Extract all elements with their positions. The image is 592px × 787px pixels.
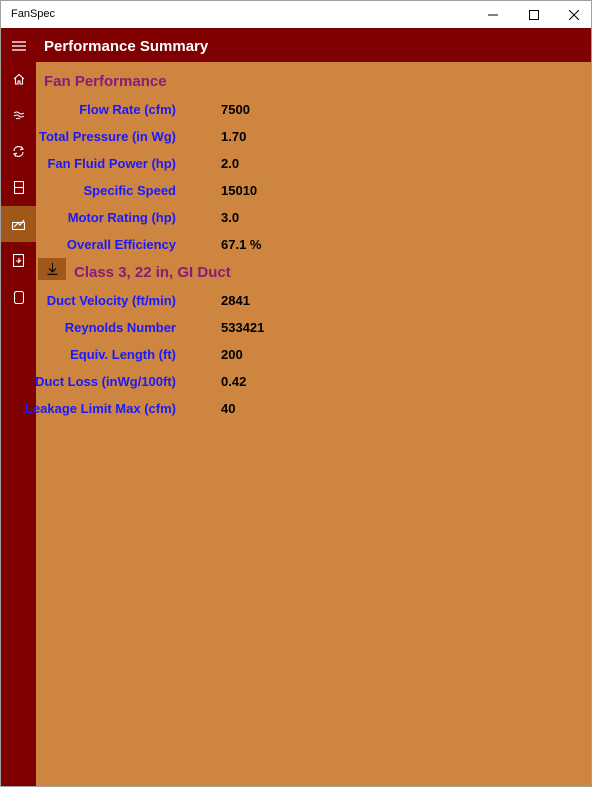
performance-icon xyxy=(12,219,25,230)
motor-rating-value: 3.0 xyxy=(221,210,240,225)
reynolds-number-value: 533421 xyxy=(221,320,265,335)
duct-loss-value: 0.42 xyxy=(221,374,247,389)
motor-rating-label: Motor Rating (hp) xyxy=(67,210,176,225)
total-pressure-label: Total Pressure (in Wg) xyxy=(39,129,176,144)
overall-efficiency-label: Overall Efficiency xyxy=(66,237,176,252)
app-window: FanSpec Performance Summary Fan Performa… xyxy=(0,0,592,787)
equiv-length-label: Equiv. Length (ft) xyxy=(70,347,176,362)
duct-velocity-label: Duct Velocity (ft/min) xyxy=(46,293,176,308)
maximize-icon xyxy=(529,9,539,20)
flow-rate-value: 7500 xyxy=(221,102,250,117)
fan-performance-heading: Fan Performance xyxy=(44,73,167,90)
download-button[interactable] xyxy=(38,258,66,280)
close-icon xyxy=(569,9,579,20)
fan-fluid-power-label: Fan Fluid Power (hp) xyxy=(47,156,176,171)
tablet-icon xyxy=(13,290,24,304)
nav-report[interactable] xyxy=(1,242,36,278)
close-button[interactable] xyxy=(551,1,591,28)
nav-duct[interactable] xyxy=(1,169,36,205)
nav-performance[interactable] xyxy=(1,206,36,242)
download-icon xyxy=(47,263,57,275)
reynolds-number-label: Reynolds Number xyxy=(64,320,176,335)
leakage-limit-value: 40 xyxy=(221,401,236,416)
menu-icon xyxy=(11,41,26,51)
page-header: Performance Summary xyxy=(36,28,591,62)
total-pressure-value: 1.70 xyxy=(221,129,247,144)
performance-summary-panel: Fan Performance Flow Rate (cfm) 7500 Tot… xyxy=(25,62,591,786)
duct-loss-label: Duct Loss (inWg/100ft) xyxy=(35,374,176,389)
minimize-button[interactable] xyxy=(470,1,516,28)
nav-tablet[interactable] xyxy=(1,279,36,315)
duct-heading: Class 3, 22 in, GI Duct xyxy=(74,264,231,281)
flow-rate-label: Flow Rate (cfm) xyxy=(79,102,176,117)
page-title: Performance Summary xyxy=(44,38,209,55)
nav-fan[interactable] xyxy=(1,97,36,133)
fan-fluid-power-value: 2.0 xyxy=(221,156,240,171)
fan-icon xyxy=(13,111,24,120)
overall-efficiency-value: 67.1 % xyxy=(221,237,262,252)
title-bar: FanSpec xyxy=(1,1,591,28)
minimize-icon xyxy=(488,14,498,15)
specific-speed-value: 15010 xyxy=(221,183,258,198)
home-icon xyxy=(13,73,24,85)
duct-icon xyxy=(13,180,24,194)
report-icon xyxy=(12,253,24,267)
window-title: FanSpec xyxy=(11,8,56,20)
leakage-limit-label: Leakage Limit Max (cfm) xyxy=(25,401,176,416)
specific-speed-label: Specific Speed xyxy=(83,183,176,198)
nav-home[interactable] xyxy=(1,61,36,97)
refresh-icon xyxy=(13,145,24,157)
nav-refresh[interactable] xyxy=(1,133,36,169)
equiv-length-value: 200 xyxy=(221,347,243,362)
duct-velocity-value: 2841 xyxy=(221,293,250,308)
hamburger-menu-button[interactable] xyxy=(1,28,36,64)
